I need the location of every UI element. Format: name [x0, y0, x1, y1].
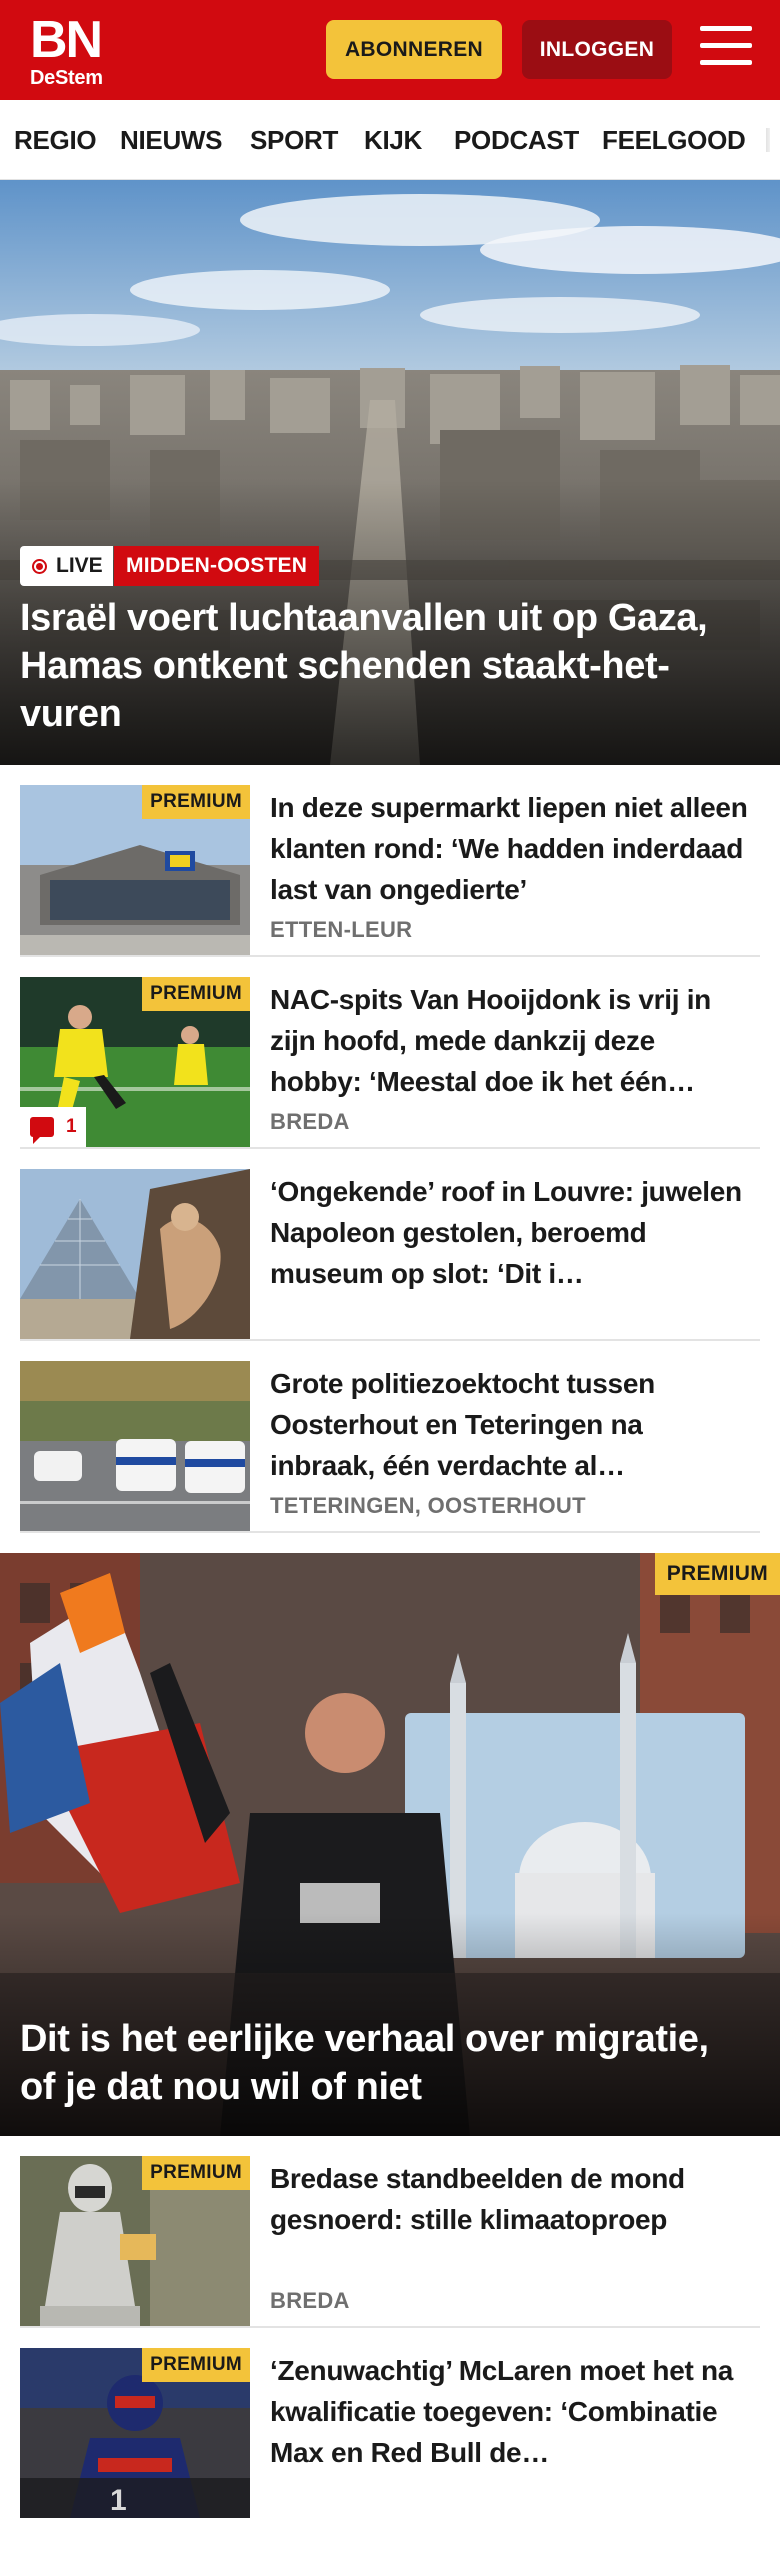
- article-title: In deze supermarkt liepen niet alleen kl…: [270, 792, 748, 905]
- article-location: BREDA: [270, 1109, 350, 1134]
- live-badge: LIVE: [20, 546, 113, 586]
- nav-item-podcast[interactable]: PODCAST: [454, 100, 579, 179]
- comment-count-value: 1: [66, 1116, 77, 1137]
- premium-badge: PREMIUM: [142, 785, 250, 819]
- live-dot-icon: [32, 558, 47, 574]
- list-item[interactable]: PREMIUM Bredase standbeelden de mond ges…: [20, 2136, 760, 2328]
- logo-main: BN: [30, 11, 103, 69]
- top-bar: BN DeStem ABONNEREN INLOGGEN: [0, 0, 780, 100]
- nav-item-feelgood[interactable]: FEELGOOD: [602, 100, 746, 179]
- nav-item-nieuws[interactable]: NIEUWS: [120, 100, 223, 179]
- section-nav: REGIO NIEUWS SPORT KIJK PODCAST FEELGOOD: [0, 100, 780, 180]
- article-thumbnail: PREMIUM 1: [20, 977, 250, 1147]
- article-location: BREDA: [270, 2288, 350, 2313]
- article-location: TETERINGEN, OOSTERHOUT: [270, 1493, 586, 1518]
- feature-title: Dit is het eerlijke verhaal over migrati…: [20, 2018, 709, 2108]
- article-title: Bredase standbeelden de mond gesnoerd: s…: [270, 2163, 685, 2235]
- hero-article[interactable]: LIVE MIDDEN-OOSTEN Israël voert luchtaan…: [0, 180, 780, 765]
- premium-badge: PREMIUM: [654, 1553, 780, 1595]
- article-title: ‘Ongekende’ roof in Louvre: juwelen Napo…: [270, 1176, 742, 1289]
- svg-text:1: 1: [110, 2484, 127, 2517]
- article-thumbnail: [20, 1361, 250, 1531]
- nav-fade: [750, 100, 780, 179]
- nav-item-sport[interactable]: SPORT: [250, 100, 338, 179]
- feature-article[interactable]: PREMIUM Dit is het eerlijke verhaal over…: [0, 1553, 780, 2136]
- article-thumbnail: [20, 1169, 250, 1339]
- article-title: ‘Zenuwachtig’ McLaren moet het na kwalif…: [270, 2355, 734, 2468]
- article-thumbnail: PREMIUM: [20, 785, 250, 955]
- site-logo[interactable]: BN DeStem: [30, 14, 103, 88]
- article-thumbnail: PREMIUM: [20, 2156, 250, 2326]
- login-button[interactable]: INLOGGEN: [522, 20, 672, 79]
- list-item[interactable]: 1 PREMIUM ‘Zenuwachtig’ McLaren moet het…: [20, 2328, 760, 2520]
- list-item[interactable]: ‘Ongekende’ roof in Louvre: juwelen Napo…: [20, 1149, 760, 1341]
- nav-item-kijk[interactable]: KIJK: [364, 100, 422, 179]
- list-item[interactable]: PREMIUM 1 NAC-spits Van Hooijdonk is vri…: [20, 957, 760, 1149]
- hamburger-menu-icon[interactable]: [700, 26, 752, 72]
- article-title: NAC-spits Van Hooijdonk is vrij in zijn …: [270, 984, 711, 1097]
- premium-badge: PREMIUM: [142, 977, 250, 1011]
- comment-icon: [30, 1117, 54, 1144]
- hero-title: Israël voert luchtaanvallen uit op Gaza,…: [20, 597, 708, 735]
- article-location: ETTEN-LEUR: [270, 917, 413, 942]
- logo-sub: DeStem: [30, 67, 103, 89]
- article-title: Grote politiezoektocht tussen Oosterhout…: [270, 1368, 655, 1481]
- list-item[interactable]: Grote politiezoektocht tussen Oosterhout…: [20, 1341, 760, 1533]
- topic-badge: MIDDEN-OOSTEN: [114, 546, 320, 586]
- article-thumbnail: 1 PREMIUM: [20, 2348, 250, 2518]
- premium-badge: PREMIUM: [142, 2156, 250, 2190]
- live-label: LIVE: [56, 554, 103, 577]
- comment-count[interactable]: 1: [20, 1107, 86, 1147]
- subscribe-button[interactable]: ABONNEREN: [326, 20, 502, 79]
- nav-item-regio[interactable]: REGIO: [14, 100, 97, 179]
- list-item[interactable]: PREMIUM In deze supermarkt liepen niet a…: [20, 765, 760, 957]
- premium-badge: PREMIUM: [142, 2348, 250, 2382]
